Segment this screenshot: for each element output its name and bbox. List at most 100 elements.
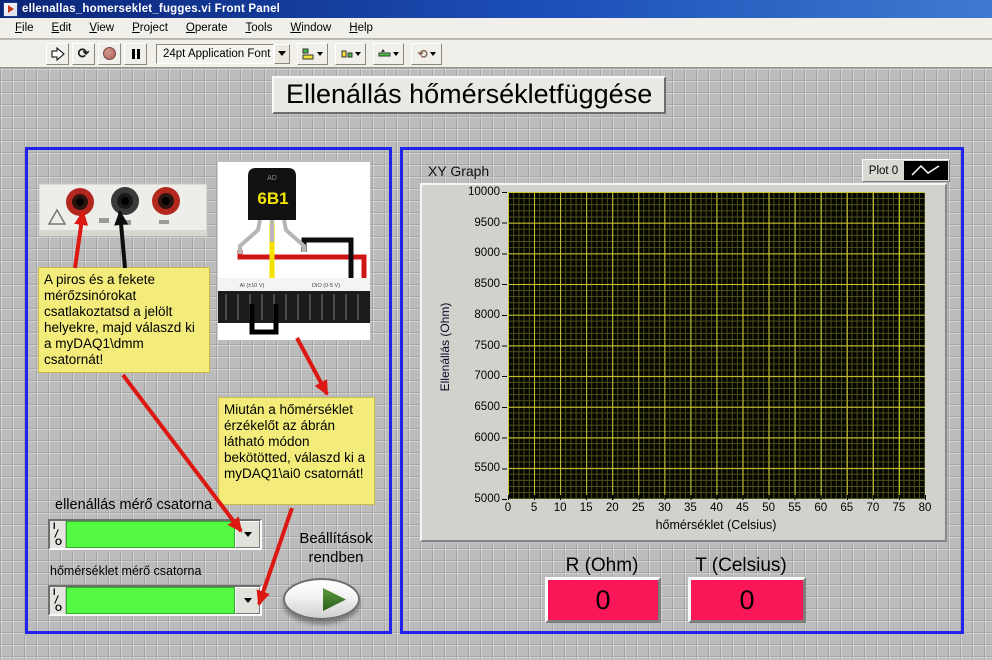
menu-item-project[interactable]: Project	[123, 20, 177, 37]
x-tick-label: 35	[684, 502, 697, 514]
chevron-down-icon	[317, 52, 323, 56]
toolbar: ⟳ 24pt Application Font ⟲	[0, 40, 992, 68]
dmm-connector-image	[39, 180, 207, 242]
note-dmm-instructions: A piros és a fekete mérőzsinórokat csatl…	[38, 267, 210, 373]
plot-area[interactable]	[508, 192, 925, 499]
y-tick-label: 8500	[474, 278, 500, 290]
black-banana-jack	[111, 187, 139, 215]
labview-front-panel-window: ellenallas_homerseklet_fugges.vi Front P…	[0, 0, 992, 660]
resistance-channel-combo	[48, 519, 262, 550]
menu-item-file[interactable]: File	[6, 20, 43, 37]
reorder-icon: ⟲	[417, 47, 427, 61]
font-selector: 24pt Application Font	[156, 43, 290, 65]
resistance-indicator: 0	[545, 577, 661, 623]
x-tick-label: 75	[893, 502, 906, 514]
resistance-indicator-label: R (Ohm)	[542, 555, 662, 577]
chevron-down-icon	[244, 598, 252, 603]
resize-objects-icon	[378, 48, 391, 60]
distribute-objects-button[interactable]	[335, 43, 366, 65]
svg-text:AD: AD	[267, 175, 277, 182]
graph-panel: XY Graph Plot 0 Ellenállás (Ohm) 1000095…	[400, 147, 964, 634]
resistance-value: 0	[595, 585, 610, 616]
plot-line-swatch-icon	[904, 161, 948, 180]
x-tick-label: 70	[866, 502, 879, 514]
xy-graph-title: XY Graph	[428, 163, 489, 179]
run-button[interactable]	[46, 43, 69, 65]
y-tick-label: 7000	[474, 370, 500, 382]
sensor-wiring-image: AD 6B1 AI (±10 V) DIO (0-5 V)	[218, 162, 370, 340]
chevron-down-icon	[393, 52, 399, 56]
plot-legend-label: Plot 0	[863, 165, 904, 177]
io-channel-icon	[50, 521, 66, 548]
labview-vi-icon	[3, 2, 18, 17]
sensor-label: 6B1	[257, 189, 288, 208]
font-selector-dropdown-button[interactable]	[274, 44, 290, 64]
settings-ok-label: Beállítások rendben	[280, 530, 392, 568]
temperature-channel-label: hőmérséklet mérő csatorna	[50, 564, 201, 578]
x-tick-label: 80	[919, 502, 932, 514]
chevron-down-icon	[244, 532, 252, 537]
setup-panel: AD 6B1 AI (±10 V) DIO (0-5 V) A piros és…	[25, 147, 392, 634]
x-tick-label: 60	[814, 502, 827, 514]
settings-ok-button[interactable]	[283, 578, 360, 620]
pause-button[interactable]	[124, 43, 147, 65]
chevron-down-icon	[278, 51, 286, 56]
y-tick-label: 6000	[474, 432, 500, 444]
x-tick-label: 15	[580, 502, 593, 514]
chevron-down-icon	[355, 52, 361, 56]
x-tickmarks	[508, 495, 926, 500]
abort-icon	[103, 47, 116, 60]
chevron-down-icon	[430, 52, 436, 56]
abort-button[interactable]	[98, 43, 121, 65]
temperature-channel-combo	[48, 585, 262, 616]
terminal-block	[218, 291, 370, 323]
temperature-indicator: 0	[688, 577, 806, 623]
temperature-value: 0	[739, 585, 754, 616]
menu-item-operate[interactable]: Operate	[177, 20, 237, 37]
y-tick-label: 6500	[474, 401, 500, 413]
y-axis-ticks: 1000095009000850080007500700065006000550…	[446, 192, 500, 499]
menu-item-edit[interactable]: Edit	[43, 20, 81, 37]
x-tick-label: 5	[531, 502, 537, 514]
x-tick-label: 40	[710, 502, 723, 514]
plot-legend[interactable]: Plot 0	[862, 159, 950, 182]
window-title: ellenallas_homerseklet_fugges.vi Front P…	[22, 3, 280, 15]
resistance-channel-label: ellenállás mérő csatorna	[55, 497, 212, 513]
xy-graph[interactable]: Ellenállás (Ohm) 10000950090008500800075…	[420, 183, 947, 542]
run-continuously-button[interactable]: ⟳	[72, 43, 95, 65]
resize-objects-button[interactable]	[373, 43, 404, 65]
io-channel-icon	[50, 587, 66, 614]
menu-item-tools[interactable]: Tools	[236, 20, 281, 37]
svg-text:DIO (0-5 V): DIO (0-5 V)	[312, 283, 340, 289]
align-objects-button[interactable]	[297, 43, 328, 65]
x-tick-label: 45	[736, 502, 749, 514]
ok-play-icon	[323, 588, 346, 611]
note-ai0-instructions: Miután a hőmérséklet érzékelőt az ábrán …	[218, 397, 375, 505]
x-tick-label: 55	[788, 502, 801, 514]
resistance-channel-dropdown-button[interactable]	[235, 521, 260, 548]
run-icon	[50, 47, 66, 61]
y-tick-label: 5500	[474, 462, 500, 474]
red-banana-jack	[66, 188, 94, 216]
menu-bar: FileEditViewProjectOperateToolsWindowHel…	[0, 18, 992, 39]
reorder-button[interactable]: ⟲	[411, 43, 442, 65]
resistance-channel-input[interactable]	[66, 521, 235, 548]
y-tick-label: 5000	[474, 493, 500, 505]
menu-item-view[interactable]: View	[80, 20, 123, 37]
y-tick-label: 7500	[474, 340, 500, 352]
front-panel-workspace: Ellenállás hőmérsékletfüggése	[0, 68, 992, 660]
title-bar[interactable]: ellenallas_homerseklet_fugges.vi Front P…	[0, 0, 992, 18]
menu-item-help[interactable]: Help	[340, 20, 382, 37]
x-axis-ticks: 05101520253035404550556065707580	[508, 502, 925, 516]
run-continuously-icon: ⟳	[78, 45, 90, 62]
menu-item-window[interactable]: Window	[281, 20, 340, 37]
x-tick-label: 50	[762, 502, 775, 514]
x-axis-label: hőmérséklet (Celsius)	[596, 518, 836, 532]
temperature-channel-input[interactable]	[66, 587, 235, 614]
font-selector-value[interactable]: 24pt Application Font	[156, 44, 274, 64]
temperature-channel-dropdown-button[interactable]	[235, 587, 260, 614]
temperature-indicator-label: T (Celsius)	[681, 555, 801, 577]
page-title: Ellenállás hőmérsékletfüggése	[272, 76, 666, 114]
x-tick-label: 10	[554, 502, 567, 514]
svg-text:AI (±10 V): AI (±10 V)	[240, 283, 265, 289]
